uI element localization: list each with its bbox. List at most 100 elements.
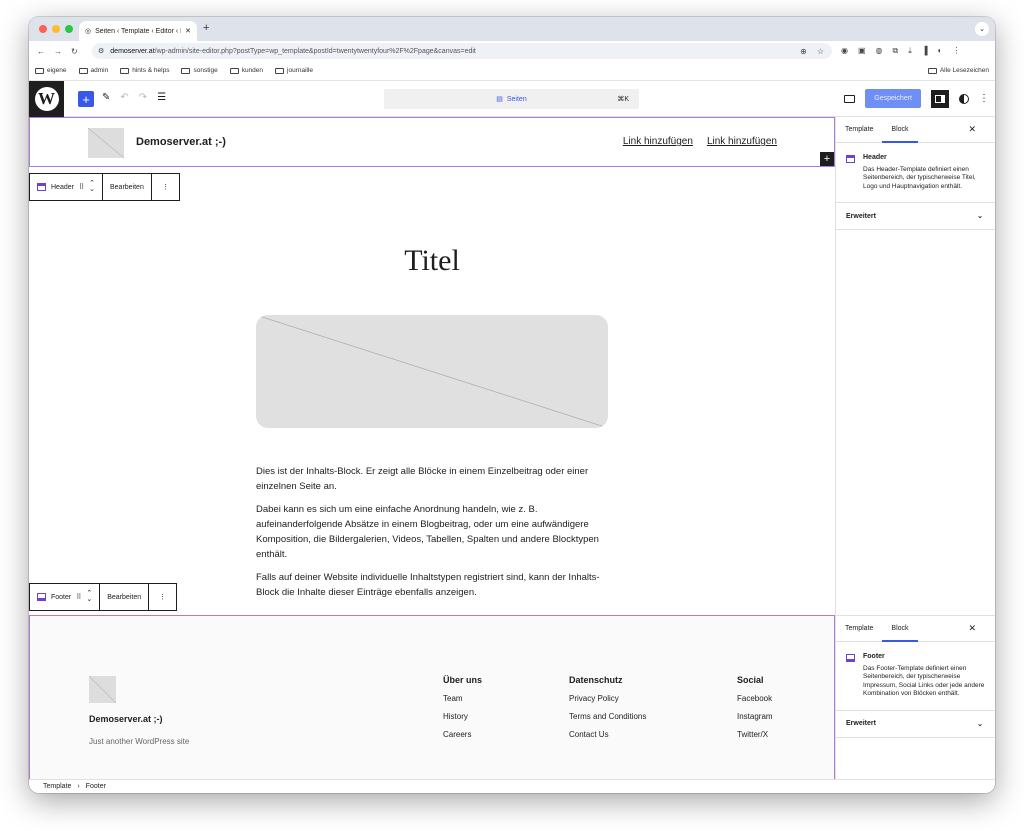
forward-icon[interactable]: → bbox=[54, 47, 62, 56]
advanced-panel-toggle[interactable]: Erweitert ⌄ bbox=[836, 202, 995, 230]
nav-link[interactable]: Link hinzufügen bbox=[707, 136, 777, 147]
paragraph[interactable]: Falls auf deiner Website individuelle In… bbox=[256, 570, 616, 600]
site-logo-placeholder[interactable] bbox=[89, 676, 116, 703]
tools-pencil-icon[interactable]: ✎ bbox=[102, 92, 110, 103]
template-part-icon bbox=[846, 155, 855, 163]
extension-icon[interactable]: ▣ bbox=[858, 46, 866, 56]
tab-template[interactable]: Template bbox=[836, 117, 882, 143]
zoom-icon[interactable]: ⊕ bbox=[800, 47, 807, 56]
bookmark-star-icon[interactable]: ☆ bbox=[817, 47, 824, 56]
tab-search-chevron-icon[interactable]: ⌄ bbox=[975, 22, 989, 36]
wordpress-logo-icon: W bbox=[34, 87, 59, 111]
bookmark-folder[interactable]: admin bbox=[78, 67, 109, 74]
advanced-label: Erweitert bbox=[846, 720, 876, 727]
close-window-button[interactable] bbox=[39, 25, 47, 33]
footer-column: Über uns Team History Careers bbox=[443, 675, 482, 748]
options-menu-icon[interactable]: ⋮ bbox=[979, 93, 989, 104]
saved-button[interactable]: Gespeichert bbox=[865, 89, 921, 108]
bookmark-folder[interactable]: eigene bbox=[35, 67, 67, 74]
footer-link[interactable]: Terms and Conditions bbox=[569, 712, 646, 721]
block-options-icon[interactable]: ⋮ bbox=[152, 174, 179, 200]
browser-tab[interactable]: ◎ Seiten ‹ Template ‹ Editor ‹ D ✕ bbox=[79, 21, 197, 41]
footer-column-heading[interactable]: Über uns bbox=[443, 675, 482, 685]
profile-icon[interactable]: ◐ bbox=[937, 46, 942, 56]
footer-link[interactable]: Careers bbox=[443, 730, 482, 739]
block-options-icon[interactable]: ⋮ bbox=[149, 584, 176, 610]
bookmark-folder[interactable]: kunden bbox=[229, 67, 263, 74]
footer-link[interactable]: Instagram bbox=[737, 712, 773, 721]
bookmark-label: admin bbox=[90, 67, 109, 74]
site-title[interactable]: Demoserver.at ;-) bbox=[136, 136, 226, 148]
add-block-icon[interactable]: + bbox=[820, 152, 834, 166]
extensions-area: ◉ ▣ ◍ ⧉ ⤓ ▐ ◐ ⋮ bbox=[841, 46, 960, 56]
tab-block[interactable]: Block bbox=[882, 616, 917, 642]
reload-icon[interactable]: ↻ bbox=[71, 47, 78, 56]
tab-template[interactable]: Template bbox=[836, 616, 882, 642]
drag-handle-icon[interactable]: ⠿ bbox=[79, 183, 84, 191]
close-sidebar-icon[interactable]: ✕ bbox=[959, 616, 985, 642]
browser-menu-icon[interactable]: ⋮ bbox=[952, 46, 960, 56]
footer-column-heading[interactable]: Social bbox=[737, 675, 773, 685]
post-content[interactable]: Dies ist der Inhalts-Block. Er zeigt all… bbox=[256, 464, 616, 608]
download-icon[interactable]: ⤓ bbox=[908, 46, 912, 56]
footer-link[interactable]: Facebook bbox=[737, 694, 773, 703]
footer-site-title[interactable]: Demoserver.at ;-) bbox=[89, 714, 163, 724]
paragraph[interactable]: Dies ist der Inhalts-Block. Er zeigt all… bbox=[256, 464, 616, 494]
footer-column-heading[interactable]: Datenschutz bbox=[569, 675, 646, 685]
wordpress-logo-button[interactable]: W bbox=[29, 81, 64, 117]
bookmark-folder[interactable]: journaille bbox=[275, 67, 313, 74]
edit-footer-button[interactable]: Bearbeiten bbox=[100, 584, 150, 610]
block-card: Footer Das Footer-Template definiert ein… bbox=[836, 642, 995, 710]
tab-block[interactable]: Block bbox=[882, 117, 917, 143]
close-sidebar-icon[interactable]: ✕ bbox=[959, 117, 985, 143]
bookmark-folder[interactable]: hints & helps bbox=[120, 67, 169, 74]
wordpress-favicon-icon: ◎ bbox=[85, 28, 92, 35]
move-up-down-icon[interactable]: ⌃ ⌄ bbox=[89, 180, 95, 193]
close-tab-icon[interactable]: ✕ bbox=[185, 27, 191, 35]
extension-icon[interactable]: ◍ bbox=[876, 46, 883, 56]
header-block-toolbar: Header ⠿ ⌃ ⌄ Bearbeiten ⋮ bbox=[29, 173, 180, 201]
footer-link[interactable]: Twitter/X bbox=[737, 730, 773, 739]
site-settings-icon[interactable]: ⚙ bbox=[98, 47, 104, 55]
footer-link[interactable]: Contact Us bbox=[569, 730, 646, 739]
header-template-part[interactable]: Demoserver.at ;-) Link hinzufügen Link h… bbox=[29, 117, 835, 167]
undo-icon[interactable]: ↶ bbox=[120, 92, 128, 103]
redo-icon[interactable]: ↷ bbox=[139, 92, 147, 103]
footer-tagline[interactable]: Just another WordPress site bbox=[89, 737, 189, 746]
nav-link[interactable]: Link hinzufügen bbox=[623, 136, 693, 147]
block-type-label[interactable]: Footer bbox=[51, 594, 71, 601]
footer-link[interactable]: Privacy Policy bbox=[569, 694, 646, 703]
featured-image-placeholder[interactable] bbox=[256, 315, 608, 428]
extensions-puzzle-icon[interactable]: ⧉ bbox=[893, 46, 899, 56]
block-type-label[interactable]: Header bbox=[51, 184, 74, 191]
breadcrumb: Template › Footer bbox=[29, 779, 995, 793]
advanced-panel-toggle[interactable]: Erweitert ⌄ bbox=[836, 709, 995, 738]
command-palette-button[interactable]: ▤ Seiten ⌘K bbox=[384, 89, 639, 109]
site-logo-placeholder[interactable] bbox=[88, 128, 124, 158]
new-tab-button[interactable]: + bbox=[203, 22, 209, 34]
document-overview-icon[interactable]: ☰ bbox=[157, 92, 166, 103]
device-preview-icon[interactable] bbox=[844, 94, 856, 103]
settings-sidebar-toggle[interactable] bbox=[931, 89, 949, 108]
extension-icon[interactable]: ◉ bbox=[841, 46, 848, 56]
bookmark-folder[interactable]: sonstige bbox=[181, 67, 218, 74]
address-bar[interactable]: ⚙ demoserver.at/wp-admin/site-editor.php… bbox=[92, 43, 832, 59]
block-card: Header Das Header-Template definiert ein… bbox=[836, 143, 995, 202]
edit-header-button[interactable]: Bearbeiten bbox=[103, 174, 152, 200]
side-panel-icon[interactable]: ▐ bbox=[922, 46, 928, 56]
minimize-window-button[interactable] bbox=[52, 25, 60, 33]
back-icon[interactable]: ← bbox=[37, 47, 45, 56]
block-inserter-button[interactable]: + bbox=[78, 91, 94, 107]
move-up-down-icon[interactable]: ⌃ ⌄ bbox=[86, 590, 92, 603]
drag-handle-icon[interactable]: ⠿ bbox=[76, 593, 81, 601]
maximize-window-button[interactable] bbox=[65, 25, 73, 33]
breadcrumb-root[interactable]: Template bbox=[43, 783, 71, 790]
breadcrumb-current[interactable]: Footer bbox=[86, 783, 106, 790]
styles-icon[interactable] bbox=[959, 93, 969, 104]
paragraph[interactable]: Dabei kann es sich um eine einfache Anor… bbox=[256, 502, 616, 562]
footer-template-part[interactable]: Demoserver.at ;-) Just another WordPress… bbox=[29, 615, 835, 783]
footer-link[interactable]: Team bbox=[443, 694, 482, 703]
footer-link[interactable]: History bbox=[443, 712, 482, 721]
post-title[interactable]: Titel bbox=[29, 244, 835, 278]
all-bookmarks[interactable]: Alle Lesezeichen bbox=[927, 67, 989, 74]
